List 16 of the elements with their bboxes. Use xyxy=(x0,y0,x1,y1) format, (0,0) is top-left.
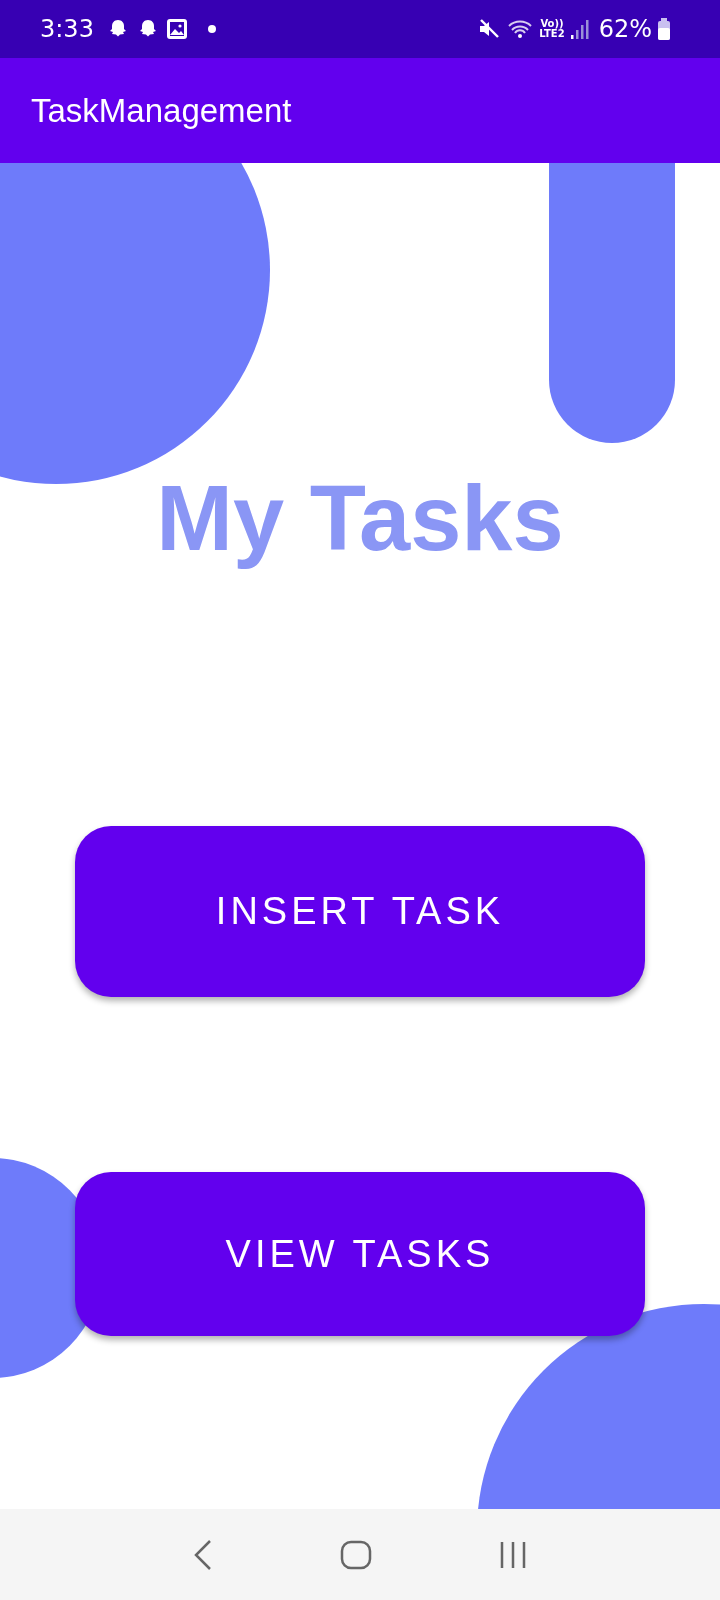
volte-label: Vo)) xyxy=(540,19,564,29)
battery-percent: 62% xyxy=(598,15,652,43)
dot-icon xyxy=(207,25,216,33)
home-icon[interactable] xyxy=(340,1539,372,1570)
page-heading: My Tasks xyxy=(156,466,564,571)
battery-icon xyxy=(658,18,670,40)
action-button[interactable]: VIEW TASKS xyxy=(75,1172,645,1336)
recents-icon[interactable] xyxy=(498,1540,527,1569)
status-time: 3:33 xyxy=(40,15,94,43)
wifi-icon xyxy=(507,19,534,39)
signal-icon xyxy=(570,19,589,39)
back-icon[interactable] xyxy=(193,1538,214,1571)
network-label: LTE2 xyxy=(539,29,565,39)
action-button[interactable]: INSERT TASK xyxy=(75,826,645,997)
app-title: TaskManagement xyxy=(31,91,292,130)
image-icon xyxy=(165,18,188,40)
